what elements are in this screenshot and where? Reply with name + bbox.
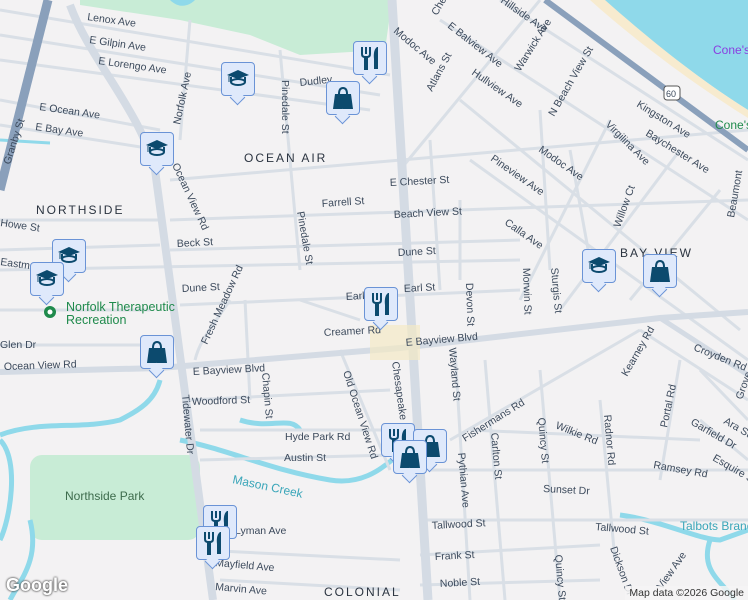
us-60-shield: 60 <box>663 85 681 101</box>
map-view[interactable]: 60 OCEAN AIR NORTHSIDE BAY VIEW COLONIAL… <box>0 0 748 600</box>
svg-text:Beck St: Beck St <box>177 236 214 250</box>
shopping-marker[interactable] <box>140 335 174 369</box>
fork-knife-icon <box>204 532 221 555</box>
svg-text:Portal Rd: Portal Rd <box>658 383 679 428</box>
svg-text:Willow Ct: Willow Ct <box>612 184 638 229</box>
fork-knife-icon <box>372 293 389 316</box>
shopping-bag-icon <box>650 259 670 282</box>
shopping-bag-icon <box>400 445 420 468</box>
restaurant-marker[interactable] <box>364 287 398 321</box>
school-marker[interactable] <box>30 262 64 296</box>
svg-text:N Beach View St: N Beach View St <box>546 44 596 118</box>
svg-text:Chesapeake: Chesapeake <box>429 0 469 18</box>
svg-text:Radnor Rd: Radnor Rd <box>601 414 617 466</box>
svg-text:Dune St: Dune St <box>398 245 437 259</box>
svg-text:Devon St: Devon St <box>463 283 477 327</box>
svg-text:60: 60 <box>666 89 676 99</box>
svg-text:Ocean View Rd: Ocean View Rd <box>4 358 77 373</box>
svg-text:Carlton St: Carlton St <box>488 432 504 480</box>
svg-text:Old Ocean View Rd: Old Ocean View Rd <box>340 369 380 460</box>
svg-text:Farrell St: Farrell St <box>321 195 364 210</box>
beach-label: Cone's <box>713 43 748 57</box>
poi-norfolk-therapeutic-recreation[interactable]: Norfolk Therapeutic Recreation <box>44 300 175 327</box>
svg-text:Frank St: Frank St <box>435 549 475 563</box>
svg-text:Beaumont: Beaumont <box>725 169 745 218</box>
svg-text:E Balview Ave: E Balview Ave <box>445 20 505 70</box>
graduation-cap-icon <box>36 270 58 286</box>
svg-text:Ocean View Rd: Ocean View Rd <box>169 161 211 232</box>
restaurant-marker[interactable] <box>353 41 387 75</box>
school-marker[interactable] <box>582 249 616 283</box>
neighborhood-label: NORTHSIDE <box>36 203 124 217</box>
svg-text:Beach View St: Beach View St <box>394 205 463 221</box>
graduation-cap-icon <box>146 140 168 156</box>
neighborhood-label: COLONIAL <box>324 585 401 599</box>
svg-text:Lyman Ave: Lyman Ave <box>235 525 287 537</box>
map-attribution[interactable]: Map data ©2026 Google <box>625 586 748 600</box>
svg-text:Pythian Ave: Pythian Ave <box>455 452 472 508</box>
svg-text:Tallwood St: Tallwood St <box>595 521 650 538</box>
svg-text:Quincy St: Quincy St <box>535 417 551 463</box>
shopping-bag-icon <box>147 340 167 363</box>
svg-text:Wayland St: Wayland St <box>446 347 463 401</box>
svg-text:E Ocean Ave: E Ocean Ave <box>39 101 101 121</box>
svg-text:Chesapeake: Chesapeake <box>389 361 409 421</box>
svg-text:Woodford St: Woodford St <box>192 394 251 408</box>
svg-text:Hullview Ave: Hullview Ave <box>469 67 525 111</box>
svg-text:Norfolk Ave: Norfolk Ave <box>171 71 194 126</box>
svg-text:E Bay Ave: E Bay Ave <box>35 121 85 140</box>
svg-text:Grove: Grove <box>734 370 748 401</box>
svg-text:Quincy St: Quincy St <box>552 554 568 600</box>
svg-text:Earl St: Earl St <box>404 281 436 295</box>
shopping-bag-icon <box>333 86 353 109</box>
svg-text:Hillside Ave: Hillside Ave <box>498 0 549 36</box>
shopping-marker[interactable] <box>643 254 677 288</box>
shopping-marker[interactable] <box>326 81 360 115</box>
svg-text:E Chester St: E Chester St <box>390 174 450 189</box>
svg-text:Tallwood St: Tallwood St <box>432 517 486 532</box>
svg-text:Sunset Dr: Sunset Dr <box>543 483 591 497</box>
svg-text:Wilkie Rd: Wilkie Rd <box>554 420 600 448</box>
restaurant-marker[interactable] <box>196 526 230 560</box>
google-logo: Google <box>6 575 68 595</box>
svg-text:Noble St: Noble St <box>440 576 481 590</box>
beach-label: Cone's <box>715 118 748 132</box>
svg-text:Glen Dr: Glen Dr <box>0 339 37 351</box>
water-label: Talbots Branch <box>680 519 748 533</box>
shopping-marker[interactable] <box>393 440 427 474</box>
svg-text:Hyde Park Rd: Hyde Park Rd <box>285 431 351 443</box>
fork-knife-icon <box>361 47 378 70</box>
svg-text:Morwin St: Morwin St <box>520 268 534 315</box>
graduation-cap-icon <box>588 257 610 273</box>
svg-text:E Bayview Blvd: E Bayview Blvd <box>193 362 266 378</box>
school-marker[interactable] <box>140 132 174 166</box>
neighborhood-label: OCEAN AIR <box>244 151 327 165</box>
svg-text:Austin St: Austin St <box>284 452 326 464</box>
poi-label: Norfolk Therapeutic <box>66 300 175 314</box>
park-label: Northside Park <box>65 489 145 503</box>
water-label: Mason Creek <box>231 472 305 501</box>
svg-text:Pinedale St: Pinedale St <box>279 80 291 134</box>
school-marker[interactable] <box>221 62 255 96</box>
graduation-cap-icon <box>227 70 249 86</box>
svg-text:Dune St: Dune St <box>182 281 221 295</box>
svg-text:Chapin St: Chapin St <box>259 372 275 419</box>
poi-label: Recreation <box>66 313 126 327</box>
svg-text:Sturgis St: Sturgis St <box>548 267 564 313</box>
svg-text:Calla Ave: Calla Ave <box>502 217 545 252</box>
svg-text:Pineview Ave: Pineview Ave <box>488 153 546 199</box>
